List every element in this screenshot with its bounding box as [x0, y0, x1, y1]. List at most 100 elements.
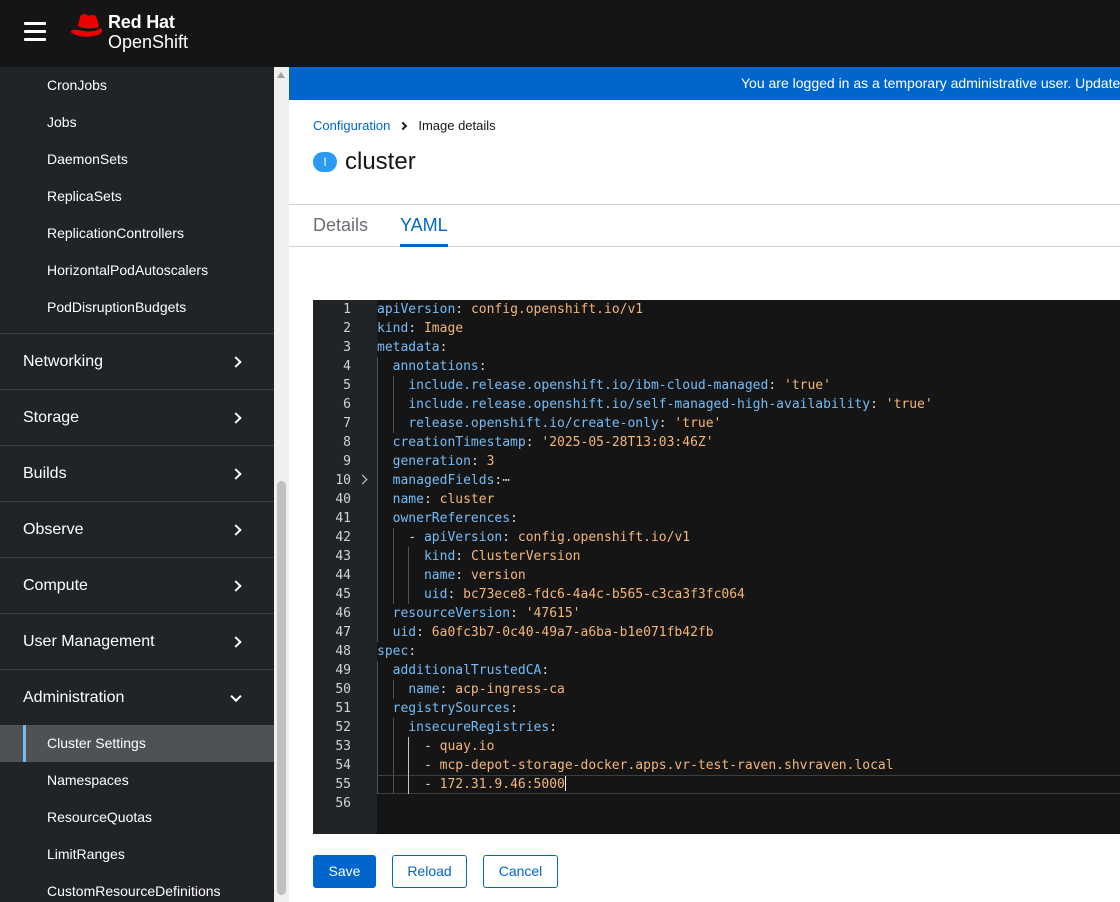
- masthead: Red Hat OpenShift: [0, 0, 1120, 67]
- code-line[interactable]: 43 kind: ClusterVersion: [313, 547, 1120, 566]
- line-number: 55: [335, 777, 351, 792]
- red-hat-logo-icon: [70, 13, 103, 37]
- code-line[interactable]: 8 creationTimestamp: '2025-05-28T13:03:4…: [313, 433, 1120, 452]
- save-button[interactable]: Save: [313, 855, 376, 888]
- yaml-key: apiVersion: [423, 530, 503, 545]
- line-number: 5: [343, 378, 351, 393]
- breadcrumb-current: Image details: [418, 118, 496, 133]
- sidebar-group-storage[interactable]: Storage: [0, 389, 274, 445]
- sidebar-item-cronjobs[interactable]: CronJobs: [0, 67, 274, 104]
- code-line[interactable]: 46 resourceVersion: '47615': [313, 604, 1120, 623]
- text-cursor: [564, 776, 566, 791]
- code-line[interactable]: 44 name: version: [313, 566, 1120, 585]
- code-line[interactable]: 49 additionalTrustedCA:: [313, 661, 1120, 680]
- code-text: uid: 6a0fc3b7-0c40-49a7-a6ba-b1e071fb42f…: [392, 625, 714, 640]
- line-number: 41: [335, 511, 351, 526]
- tab-yaml[interactable]: YAML: [400, 205, 448, 247]
- code-line[interactable]: 48 spec:: [313, 642, 1120, 661]
- yaml-key: kind: [377, 321, 409, 336]
- sidebar-scrollbar[interactable]: [274, 67, 289, 902]
- line-number: 8: [343, 435, 351, 450]
- code-text: managedFields:⋯: [392, 473, 511, 488]
- yaml-key: generation: [392, 454, 471, 469]
- code-line[interactable]: 3 metadata:: [313, 338, 1120, 357]
- line-number: 7: [343, 416, 351, 431]
- line-number: 45: [335, 587, 351, 602]
- code-line[interactable]: 41 ownerReferences:: [313, 509, 1120, 528]
- code-line[interactable]: 1 apiVersion: config.openshift.io/v1: [313, 300, 1120, 319]
- code-line[interactable]: 7 release.openshift.io/create-only: 'tru…: [313, 414, 1120, 433]
- sidebar-item-customresourcedefinitions[interactable]: CustomResourceDefinitions: [0, 873, 274, 902]
- page-header: I cluster: [313, 148, 416, 176]
- code-text: creationTimestamp: '2025-05-28T13:03:46Z…: [392, 435, 714, 450]
- code-line[interactable]: 50 name: acp-ingress-ca: [313, 680, 1120, 699]
- code-line[interactable]: 10 managedFields:⋯: [313, 471, 1120, 490]
- sidebar-item-daemonsets[interactable]: DaemonSets: [0, 141, 274, 178]
- code-line[interactable]: 47 uid: 6a0fc3b7-0c40-49a7-a6ba-b1e071fb…: [313, 623, 1120, 642]
- code-line[interactable]: 2 kind: Image: [313, 319, 1120, 338]
- line-number: 56: [335, 796, 351, 811]
- line-number: 10: [335, 473, 351, 488]
- yaml-value: '47615': [525, 606, 581, 621]
- sidebar-item-jobs[interactable]: Jobs: [0, 104, 274, 141]
- sidebar-group-compute[interactable]: Compute: [0, 557, 274, 613]
- scrollbar-thumb[interactable]: [277, 481, 286, 895]
- yaml-value: version: [470, 568, 526, 583]
- code-text: resourceVersion: '47615': [392, 606, 581, 621]
- sidebar-group-label: Builds: [23, 464, 67, 482]
- yaml-key: name: [423, 568, 456, 583]
- sidebar-item-poddisruptionbudgets[interactable]: PodDisruptionBudgets: [0, 289, 274, 326]
- indent-guide: [393, 528, 394, 604]
- line-number: 3: [343, 340, 351, 355]
- code-line[interactable]: 9 generation: 3: [313, 452, 1120, 471]
- sidebar-item-replicationcontrollers[interactable]: ReplicationControllers: [0, 215, 274, 252]
- tab-details[interactable]: Details: [313, 205, 368, 247]
- code-line[interactable]: 52 insecureRegistries:: [313, 718, 1120, 737]
- sidebar-item-limitranges[interactable]: LimitRanges: [0, 836, 274, 873]
- fold-chevron-icon[interactable]: [357, 474, 368, 485]
- code-line[interactable]: 40 name: cluster: [313, 490, 1120, 509]
- yaml-key: kind: [423, 549, 456, 564]
- yaml-value: cluster: [439, 492, 495, 507]
- sidebar-item-cluster-settings[interactable]: Cluster Settings: [0, 725, 274, 762]
- code-line[interactable]: 5 include.release.openshift.io/ibm-cloud…: [313, 376, 1120, 395]
- line-number: 1: [343, 302, 351, 317]
- sidebar-item-namespaces[interactable]: Namespaces: [0, 762, 274, 799]
- sidebar-group-label: Networking: [23, 352, 104, 370]
- code-line[interactable]: 54 - mcp-depot-storage-docker.apps.vr-te…: [313, 756, 1120, 775]
- code-line[interactable]: 56: [313, 794, 1120, 813]
- sidebar-item-horizontalpodautoscalers[interactable]: HorizontalPodAutoscalers: [0, 252, 274, 289]
- code-text: metadata:: [377, 340, 448, 355]
- line-number: 53: [335, 739, 351, 754]
- code-line[interactable]: 45 uid: bc73ece8-fdc6-4a4c-b565-c3ca3f3f…: [313, 585, 1120, 604]
- sidebar-group-administration[interactable]: Administration: [0, 669, 274, 725]
- line-number: 6: [343, 397, 351, 412]
- code-line[interactable]: 42 - apiVersion: config.openshift.io/v1: [313, 528, 1120, 547]
- code-line[interactable]: 51 registrySources:: [313, 699, 1120, 718]
- code-line[interactable]: 55 - 172.31.9.46:5000: [313, 775, 1120, 794]
- sidebar-group-networking[interactable]: Networking: [0, 333, 274, 389]
- yaml-key: uid: [423, 587, 448, 602]
- sidebar-group-builds[interactable]: Builds: [0, 445, 274, 501]
- yaml-value: 'true': [784, 378, 831, 393]
- yaml-editor[interactable]: 1 apiVersion: config.openshift.io/v1 2 kind…: [313, 300, 1120, 834]
- chevron-right-icon: [230, 579, 242, 592]
- breadcrumb-configuration-link[interactable]: Configuration: [313, 118, 390, 133]
- indent-guide: [408, 737, 409, 794]
- code-line[interactable]: 53 - quay.io: [313, 737, 1120, 756]
- cancel-button[interactable]: Cancel: [483, 855, 558, 888]
- sidebar-item-resourcequotas[interactable]: ResourceQuotas: [0, 799, 274, 836]
- sidebar-item-replicasets[interactable]: ReplicaSets: [0, 178, 274, 215]
- code-line[interactable]: 6 include.release.openshift.io/self-mana…: [313, 395, 1120, 414]
- sidebar-group-observe[interactable]: Observe: [0, 501, 274, 557]
- scroll-up-arrow-icon[interactable]: [277, 72, 285, 78]
- yaml-value: 172.31.9.46:5000: [439, 777, 565, 792]
- code-line[interactable]: 4 annotations:: [313, 357, 1120, 376]
- code-text: apiVersion: config.openshift.io/v1: [377, 302, 644, 317]
- reload-button[interactable]: Reload: [392, 855, 467, 888]
- code-text: kind: Image: [377, 321, 464, 336]
- code-text: - 172.31.9.46:5000: [423, 776, 566, 792]
- sidebar-group-user-management[interactable]: User Management: [0, 613, 274, 669]
- hamburger-menu-icon[interactable]: [24, 22, 46, 41]
- indent-guide: [408, 547, 409, 604]
